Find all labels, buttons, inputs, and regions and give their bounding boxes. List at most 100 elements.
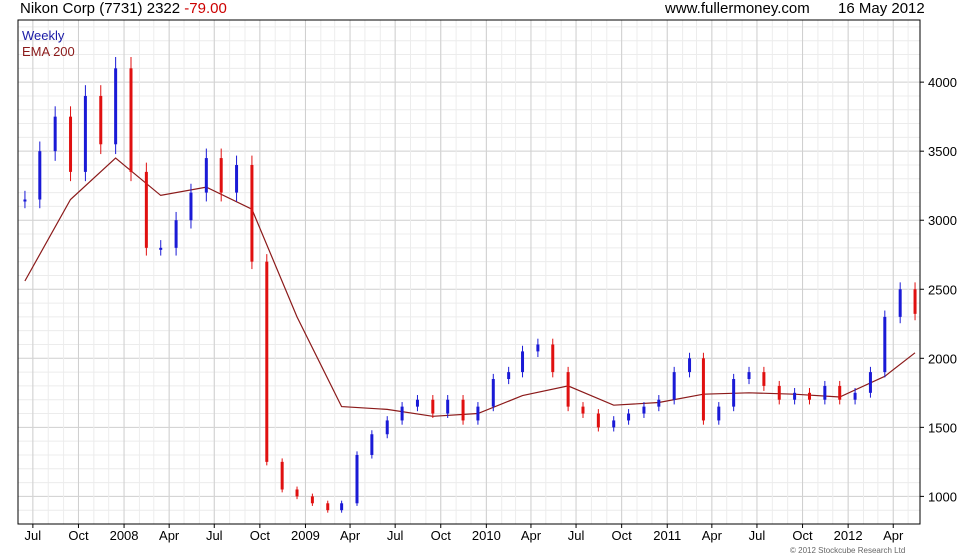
title-text: Nikon Corp (7731) 2322 (20, 0, 181, 17)
chart-grid (18, 20, 920, 524)
candle-body (280, 461, 284, 490)
y-tick-label: 2000 (928, 351, 957, 366)
candle-body (129, 68, 133, 172)
candle-body (807, 392, 811, 400)
candle-body (204, 158, 208, 193)
y-tick-label: 3500 (928, 144, 957, 159)
x-tick-label: Apr (159, 528, 180, 543)
candle-body (521, 351, 525, 373)
candle-body (144, 171, 148, 248)
y-tick-label: 2500 (928, 282, 957, 297)
website-link[interactable]: www.fullermoney.com (665, 0, 810, 17)
candle-body (99, 95, 103, 145)
candle-body (174, 220, 178, 248)
x-tick-label: Jul (749, 528, 766, 543)
candle-body (551, 344, 555, 373)
x-tick-label: Jul (25, 528, 42, 543)
candle-body (476, 406, 480, 421)
candle-body (717, 406, 721, 421)
legend-ema: EMA 200 (22, 44, 75, 59)
candle-body (159, 247, 163, 250)
candle-body (491, 379, 495, 407)
x-tick-label: 2011 (653, 528, 681, 543)
candle-body (793, 392, 797, 400)
candle-body (461, 399, 465, 421)
copyright-notice: © 2012 Stockcube Research Ltd (790, 546, 906, 555)
candle-body (777, 385, 781, 400)
candle-body (898, 289, 902, 317)
candle-body (536, 344, 540, 352)
candle-body (23, 199, 27, 202)
candle-body (657, 399, 661, 407)
candle-body (400, 406, 404, 421)
x-tick-label: Oct (250, 528, 271, 543)
x-tick-label: Oct (792, 528, 813, 543)
candle-body (762, 372, 766, 386)
y-tick-label: 3000 (928, 213, 957, 228)
x-tick-label: Apr (340, 528, 361, 543)
candle-body (310, 496, 314, 504)
candle-body (114, 68, 118, 145)
candle-body (355, 454, 359, 504)
ema-200-line (24, 157, 916, 417)
candle-body (265, 261, 269, 462)
x-tick-label: 2010 (472, 528, 501, 543)
x-tick-label: 2008 (110, 528, 139, 543)
candle-body (219, 158, 223, 193)
y-tick-label: 1500 (928, 420, 957, 435)
candle-body (672, 372, 676, 400)
candle-body (688, 358, 692, 373)
candle-body (507, 372, 511, 380)
candle-body (83, 95, 87, 172)
candle-body (431, 399, 435, 414)
candles-group (23, 57, 917, 513)
x-tick-label: Jul (387, 528, 404, 543)
candle-body (612, 420, 616, 428)
candle-body (868, 372, 872, 393)
chart-date: 16 May 2012 (838, 0, 925, 17)
candle-body (235, 164, 239, 193)
chart-title: Nikon Corp (7731) 2322 -79.00 (20, 0, 227, 17)
candle-body (853, 392, 857, 400)
x-tick-label: 2012 (834, 528, 863, 543)
price-chart: 1000 1500 2000 2500 3000 3500 4000 Jul Oct 2008 Ap… (17, 19, 957, 543)
candle-body (747, 372, 751, 380)
candle-body (295, 489, 299, 497)
axes-group: 1000 1500 2000 2500 3000 3500 4000 Jul Oct 2008 Ap… (17, 19, 957, 543)
x-tick-label: Jul (206, 528, 223, 543)
candle-body (581, 406, 585, 414)
x-tick-label: Oct (68, 528, 89, 543)
x-tick-label: 2009 (291, 528, 320, 543)
candle-body (53, 116, 57, 152)
x-tick-label: Oct (431, 528, 452, 543)
candle-body (69, 116, 73, 172)
candle-body (883, 316, 887, 373)
candle-body (340, 503, 344, 511)
candle-body (326, 503, 330, 511)
x-tick-label: Apr (883, 528, 904, 543)
candle-body (189, 192, 193, 221)
candle-body (385, 420, 389, 435)
candle-body (566, 372, 570, 407)
price-change: -79.00 (184, 0, 227, 17)
candle-body (838, 385, 842, 400)
legend-weekly: Weekly (22, 28, 65, 43)
y-tick-label: 1000 (928, 489, 957, 504)
x-tick-label: Apr (702, 528, 723, 543)
candle-body (446, 399, 450, 414)
ema-line-group (24, 157, 916, 417)
x-tick-label: Jul (568, 528, 585, 543)
x-tick-label: Apr (521, 528, 542, 543)
candle-body (415, 399, 419, 407)
candle-body (370, 434, 374, 455)
candle-body (701, 358, 705, 421)
candle-body (823, 385, 827, 400)
candle-body (732, 379, 736, 407)
candle-body (596, 413, 600, 428)
y-tick-label: 4000 (928, 75, 957, 90)
candle-body (250, 164, 254, 262)
candle-body (38, 151, 42, 200)
candle-body (627, 413, 631, 421)
x-tick-label: Oct (612, 528, 633, 543)
candle-body (913, 289, 917, 314)
